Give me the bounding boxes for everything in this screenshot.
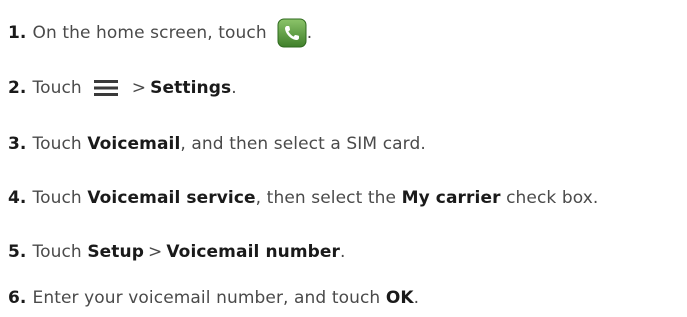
step-text: Touch xyxy=(32,134,82,154)
step-number: 5. xyxy=(8,242,27,262)
step-text: . xyxy=(340,242,346,262)
step-3: 3. Touch Voicemail, and then select a SI… xyxy=(8,129,426,159)
ui-term: Voicemail xyxy=(87,134,181,154)
step-text: On the home screen, touch xyxy=(32,23,267,43)
step-1: 1. On the home screen, touch . xyxy=(8,18,312,48)
step-text: , and then select a SIM card. xyxy=(180,134,426,154)
step-text: . xyxy=(306,23,313,43)
step-number: 1. xyxy=(8,23,27,43)
path-separator: > xyxy=(131,78,147,98)
step-text: Enter your voicemail number, and touch xyxy=(32,288,381,308)
instruction-steps: 1. On the home screen, touch . 2. Touch xyxy=(8,0,683,317)
step-number: 3. xyxy=(8,134,27,154)
step-2: 2. Touch > Settings . xyxy=(8,73,237,103)
step-text: Touch xyxy=(32,78,82,98)
step-number: 4. xyxy=(8,188,27,208)
menu-icon xyxy=(93,80,118,96)
step-4: 4. Touch Voicemail service, then select … xyxy=(8,183,598,213)
step-number: 6. xyxy=(8,288,27,308)
ui-term: Settings xyxy=(150,78,232,98)
ui-term: Voicemail number xyxy=(166,242,341,262)
step-text: Touch xyxy=(32,242,82,262)
step-text: Touch xyxy=(32,188,82,208)
ui-term: OK xyxy=(385,288,414,308)
ui-term: Voicemail service xyxy=(87,188,256,208)
ui-term: My carrier xyxy=(401,188,501,208)
step-number: 2. xyxy=(8,78,27,98)
step-6: 6. Enter your voicemail number, and touc… xyxy=(8,283,419,313)
step-text: , then select the xyxy=(255,188,397,208)
step-5: 5. Touch Setup > Voicemail number. xyxy=(8,237,346,267)
path-separator: > xyxy=(147,242,163,262)
phone-app-icon xyxy=(277,18,307,48)
ui-term: Setup xyxy=(87,242,144,262)
step-text: . xyxy=(231,78,237,98)
step-text: check box. xyxy=(506,188,599,208)
step-text: . xyxy=(413,288,420,308)
